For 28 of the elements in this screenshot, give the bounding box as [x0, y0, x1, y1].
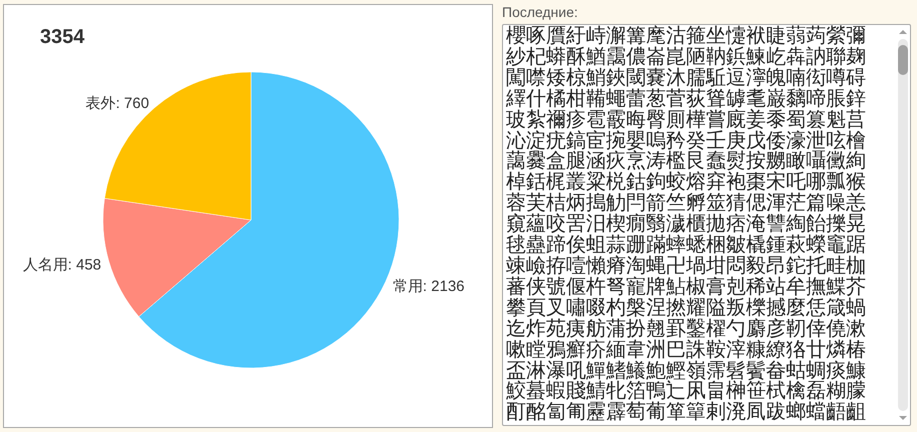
character-line: 鮫蟇蝦賤鯖牝箔鴨辷凩畠榊笹栻檎磊糊朦	[506, 381, 866, 402]
recent-label: Последние:	[502, 4, 579, 22]
character-line: 蕃侠號偃杵弩寵牌鮎椒膏剋稀站牟撫鰈芥	[506, 276, 866, 298]
slice-label: 人名用: 458	[22, 256, 102, 274]
character-line: 蓉芙桔炳搗觔閂箭竺孵筮猜偲渾茫篇噪恙	[506, 193, 866, 214]
character-line: 闖噤矮椋鮹鋏閾嚢沐臑駈逗濘魄喃衒噂碍	[506, 68, 866, 89]
scroll-up-icon[interactable]	[899, 29, 907, 35]
scroll-down-icon[interactable]	[899, 415, 907, 421]
character-line: 窺蘊咬罟汨楔癇翳濊櫃拋痞淹讐綯飴擽晃	[506, 214, 866, 236]
character-line: 嗽瞠鴉癬疥緬韋洲巴誅鞍滓糠繚狢廿燐椿	[506, 340, 866, 360]
character-line: 棹銛梶叢粱棁鈷鉤蛟熔穽袍棗宋吒哪瓢猴	[506, 172, 866, 194]
character-line: 攀頁叉嘯啜杓槃涅撚耀隘叛櫟撼麼恁箴蝸	[506, 298, 866, 319]
slice-label: 表外: 760	[86, 94, 150, 112]
character-line: 藹爨盒腿涵疢烹涛檻艮蠢熨按嬲瞰囁黴絢	[506, 151, 866, 172]
chart-title: 3354	[40, 26, 84, 48]
recent-text-area[interactable]	[502, 24, 911, 426]
character-line: 玻紮禰疹雹霰晦臀厠樺嘗廐姜黍蜀篡魁莒	[506, 110, 866, 131]
character-line: 酊酩匐匍靂霹萄葡箪簞剌溌凮跋螂蟷齬齟	[506, 402, 866, 424]
slice-label: 常用: 2136	[392, 278, 465, 296]
character-line: 櫻啄贋紆峙澥篝麾沽箍坐懥袱睫蒻蒟縈彌	[506, 26, 866, 47]
character-line: 竦嶮拵噎懶瘠淘蝿卍堝坩悶毅昂鉈托畦枷	[506, 256, 866, 277]
scroll-thumb[interactable]	[898, 45, 908, 75]
character-line: 毬蠱蹄俟蛆蒜跚蹣蟀蟋梱皺橇鍾萩蠑竈踞	[506, 235, 866, 256]
character-line: 迄炸苑痍舫蒲扮翹罫鑿櫂勺麝彦靭倖僥漱	[506, 318, 866, 340]
character-line: 沁淀疣鎬宦捥嬰嗚矜癸壬庚戊倭濠泄呟檜	[506, 130, 866, 152]
character-line: 盃淋瀑吼鱓鰭鱶鮑鰹嶺霈髫鬢畚蛄蜩痰鱇	[506, 360, 866, 382]
character-line: 紗杞蟒酥鰌靄儂崙崑陋靹鋲鰊屹犇訥聯麹	[506, 46, 866, 68]
character-line: 繹什橘柑鞴蠅蕾葱菅荻聳罅耄巌黐啼脹鋅	[506, 88, 866, 110]
